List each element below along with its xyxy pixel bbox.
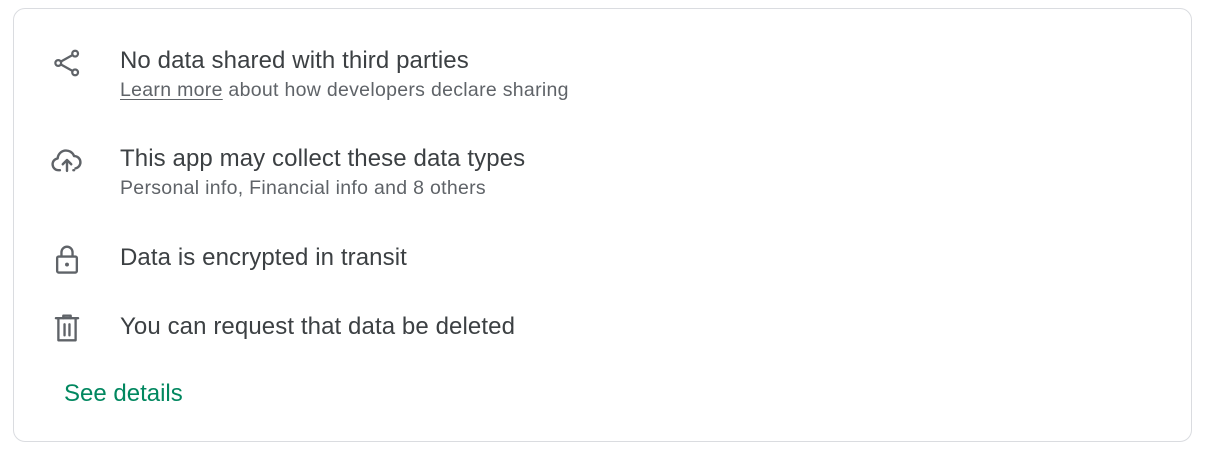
sharing-title: No data shared with third parties	[120, 47, 469, 74]
sharing-subtitle-text: about how developers declare sharing	[222, 79, 569, 101]
collection-title: This app may collect these data types	[120, 145, 526, 172]
deletion-title: You can request that data be deleted	[120, 313, 516, 340]
learn-more-link[interactable]: Learn more	[120, 79, 223, 101]
trash-icon	[48, 309, 86, 347]
lock-icon	[48, 240, 86, 278]
sharing-subtitle: Learn more about how developers declare …	[120, 77, 569, 103]
data-safety-card: No data shared with third parties Learn …	[13, 8, 1192, 442]
cloud-upload-icon	[48, 142, 86, 180]
see-details-link[interactable]: See details	[64, 378, 183, 410]
share-icon	[48, 44, 86, 82]
collection-subtitle: Personal info, Financial info and 8 othe…	[120, 177, 486, 199]
encryption-title: Data is encrypted in transit	[120, 244, 407, 271]
